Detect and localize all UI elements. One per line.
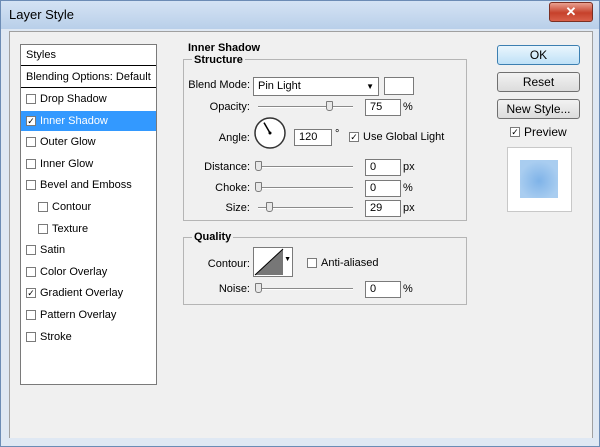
- noise-slider-thumb[interactable]: [255, 283, 262, 293]
- anti-aliased-label[interactable]: Anti-aliased: [321, 257, 378, 269]
- noise-slider[interactable]: [258, 288, 353, 290]
- style-item-label: Inner Glow: [40, 157, 94, 170]
- size-label: Size:: [225, 202, 250, 214]
- style-item-label: Drop Shadow: [40, 93, 107, 105]
- angle-label: Angle:: [218, 132, 250, 144]
- contour-label: Contour:: [207, 258, 250, 270]
- noise-label: Noise:: [218, 283, 250, 295]
- close-button[interactable]: ✕: [549, 2, 593, 22]
- angle-dial[interactable]: [253, 116, 287, 150]
- style-item-label: Texture: [52, 222, 89, 235]
- window-title: Layer Style: [9, 7, 75, 22]
- preview-swatch: [520, 160, 558, 198]
- style-item-checkbox[interactable]: [26, 180, 36, 191]
- distance-slider[interactable]: [258, 166, 353, 168]
- choke-unit: %: [403, 182, 413, 194]
- style-item-pattern-overlay[interactable]: Pattern Overlay: [21, 305, 156, 325]
- style-item-checkbox[interactable]: [26, 331, 36, 342]
- shadow-color-fill: [387, 80, 411, 92]
- noise-input[interactable]: 0: [365, 281, 401, 298]
- preview-checkbox[interactable]: ✓: [510, 127, 520, 137]
- style-item-bevel-and-emboss[interactable]: Bevel and Emboss: [21, 175, 156, 195]
- style-item-label: Gradient Overlay: [40, 287, 124, 300]
- style-item-label: Outer Glow: [40, 136, 96, 149]
- preview-thumbnail: [507, 147, 572, 212]
- angle-input[interactable]: 120: [294, 129, 332, 146]
- blending-options-item[interactable]: Blending Options: Default: [21, 67, 156, 88]
- style-item-color-overlay[interactable]: Color Overlay: [21, 262, 156, 282]
- distance-label: Distance:: [204, 161, 250, 173]
- size-unit: px: [403, 202, 415, 214]
- opacity-label: Opacity:: [209, 101, 250, 113]
- layer-style-dialog: Layer Style ✕ Styles Blending Options: D…: [0, 0, 600, 447]
- style-item-satin[interactable]: Satin: [21, 240, 156, 260]
- quality-title: Quality: [192, 231, 234, 243]
- opacity-slider-thumb[interactable]: [326, 101, 334, 111]
- style-item-checkbox[interactable]: ✓: [26, 288, 36, 299]
- choke-slider[interactable]: [258, 187, 353, 189]
- noise-unit: %: [403, 283, 413, 295]
- size-input[interactable]: 29: [365, 200, 401, 217]
- chevron-down-icon: ▼: [366, 82, 374, 91]
- preview-label[interactable]: Preview: [524, 125, 567, 139]
- distance-slider-thumb[interactable]: [255, 161, 262, 171]
- distance-input[interactable]: 0: [365, 159, 401, 176]
- distance-unit: px: [403, 161, 415, 173]
- style-item-checkbox[interactable]: [26, 310, 36, 320]
- use-global-light-checkbox[interactable]: ✓: [349, 132, 359, 142]
- blend-mode-value: Pin Light: [258, 80, 301, 92]
- style-item-checkbox[interactable]: [38, 202, 48, 212]
- title-bar[interactable]: Layer Style ✕: [1, 1, 599, 29]
- angle-unit: °: [335, 128, 340, 140]
- style-item-checkbox[interactable]: [26, 137, 36, 148]
- style-item-label: Satin: [40, 244, 66, 257]
- style-item-checkbox[interactable]: ✓: [26, 115, 36, 126]
- contour-curve-icon: [254, 248, 284, 276]
- style-item-texture[interactable]: Texture: [21, 219, 156, 239]
- structure-title: Structure: [192, 54, 245, 66]
- style-item-checkbox[interactable]: [26, 266, 36, 277]
- style-item-label: Stroke: [40, 330, 72, 343]
- styles-header[interactable]: Styles: [21, 45, 156, 66]
- size-slider-thumb[interactable]: [266, 202, 274, 212]
- new-style-button[interactable]: New Style...: [497, 99, 580, 119]
- anti-aliased-checkbox[interactable]: [307, 258, 317, 268]
- chevron-down-icon: ▼: [284, 256, 291, 263]
- choke-slider-thumb[interactable]: [255, 182, 262, 192]
- style-item-drop-shadow[interactable]: Drop Shadow: [21, 89, 156, 109]
- blend-mode-label: Blend Mode:: [188, 79, 250, 91]
- style-item-checkbox[interactable]: [26, 94, 36, 104]
- style-item-checkbox[interactable]: [26, 158, 36, 169]
- window-bottom-edge: [1, 438, 599, 446]
- reset-button[interactable]: Reset: [497, 72, 580, 92]
- style-item-label: Color Overlay: [40, 265, 108, 278]
- style-item-checkbox[interactable]: [38, 223, 48, 234]
- style-item-label: Bevel and Emboss: [40, 179, 132, 192]
- ok-button[interactable]: OK: [497, 45, 580, 65]
- choke-input[interactable]: 0: [365, 180, 401, 197]
- angle-dial-icon: [254, 117, 286, 149]
- contour-picker[interactable]: ▼: [253, 247, 293, 277]
- style-item-label: Pattern Overlay: [40, 309, 117, 321]
- opacity-unit: %: [403, 101, 413, 113]
- style-item-gradient-overlay[interactable]: ✓ Gradient Overlay: [21, 283, 156, 303]
- style-item-label: Contour: [52, 201, 92, 213]
- dialog-body: Styles Blending Options: Default Drop Sh…: [9, 31, 593, 439]
- style-item-inner-shadow[interactable]: ✓ Inner Shadow: [21, 110, 156, 131]
- style-item-inner-glow[interactable]: Inner Glow: [21, 154, 156, 174]
- opacity-slider[interactable]: [258, 106, 353, 108]
- opacity-input[interactable]: 75: [365, 99, 401, 116]
- style-item-checkbox[interactable]: [26, 245, 36, 256]
- style-item-label: Inner Shadow: [40, 114, 108, 127]
- choke-label: Choke:: [215, 182, 250, 194]
- styles-list: Styles Blending Options: Default Drop Sh…: [20, 44, 157, 385]
- inner-shadow-title: Inner Shadow: [186, 42, 263, 54]
- shadow-color-swatch[interactable]: [384, 77, 414, 95]
- style-item-outer-glow[interactable]: Outer Glow: [21, 132, 156, 152]
- blend-mode-select[interactable]: Pin Light ▼: [253, 77, 379, 96]
- style-item-contour[interactable]: Contour: [21, 197, 156, 217]
- use-global-light-label[interactable]: Use Global Light: [363, 131, 444, 143]
- style-item-stroke[interactable]: Stroke: [21, 327, 156, 347]
